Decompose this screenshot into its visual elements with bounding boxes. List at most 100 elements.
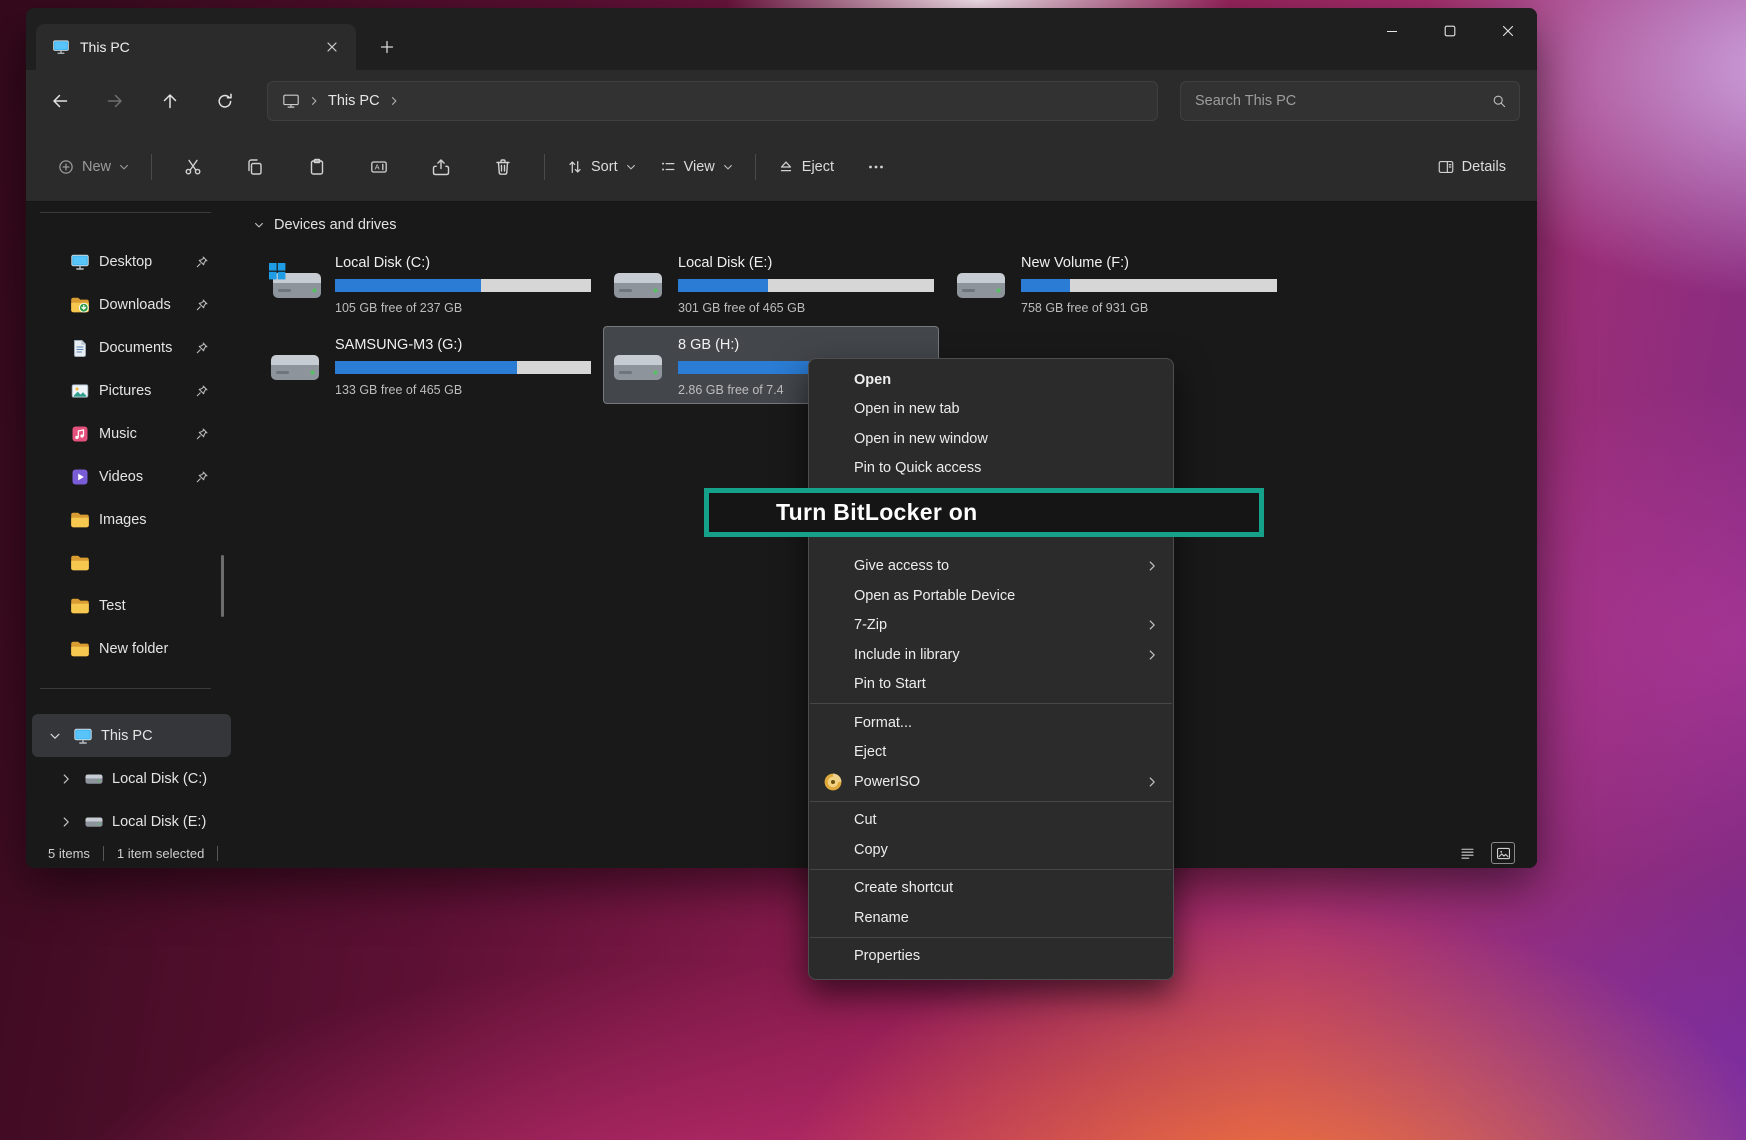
search-icon[interactable] — [1491, 93, 1507, 109]
new-button[interactable]: New — [46, 146, 141, 188]
tab-close-icon[interactable] — [320, 35, 344, 59]
menu-item-format[interactable]: Format... — [809, 708, 1173, 738]
menu-item-label: Copy — [854, 842, 888, 858]
poweriso-icon — [823, 772, 843, 792]
drive-tile-new-volume-f[interactable]: New Volume (F:) 758 GB free of 931 GB — [946, 244, 1282, 322]
menu-item-label: Eject — [854, 744, 886, 760]
paste-button[interactable] — [297, 147, 337, 187]
minimize-button[interactable] — [1363, 8, 1421, 54]
tab-this-pc[interactable]: This PC — [36, 24, 356, 70]
menu-item-create-shortcut[interactable]: Create shortcut — [809, 874, 1173, 904]
details-pane-icon — [1437, 158, 1455, 176]
menu-item-open-in-new-window[interactable]: Open in new window — [809, 424, 1173, 454]
sidebar-item-desktop[interactable]: Desktop — [26, 240, 237, 283]
menu-item-label: Include in library — [854, 647, 960, 663]
copy-button[interactable] — [235, 147, 275, 187]
sidebar-scrollbar[interactable] — [221, 555, 224, 617]
sidebar-item-new-folder[interactable]: New folder — [26, 627, 237, 670]
chevron-down-icon[interactable] — [48, 729, 62, 743]
close-button[interactable] — [1479, 8, 1537, 54]
new-tab-button[interactable] — [370, 30, 404, 64]
menu-item-pin-to-start[interactable]: Pin to Start — [809, 670, 1173, 700]
drive-small-icon — [84, 812, 104, 832]
chevron-down-icon — [253, 219, 265, 231]
quick-access-list: Desktop Downloads Documents Pictures Mus… — [26, 240, 237, 670]
drive-tile-local-disk-c[interactable]: Local Disk (C:) 105 GB free of 237 GB — [260, 244, 596, 322]
sidebar-item-test[interactable]: Test — [26, 584, 237, 627]
cut-button[interactable] — [173, 147, 213, 187]
sidebar-item-music[interactable]: Music — [26, 412, 237, 455]
breadcrumb-this-pc[interactable]: This PC — [328, 93, 380, 109]
more-options-button[interactable] — [856, 147, 896, 187]
menu-item-label: PowerISO — [854, 774, 920, 790]
folder-icon — [70, 639, 90, 659]
menu-item-7-zip[interactable]: 7-Zip — [809, 611, 1173, 641]
details-button[interactable]: Details — [1426, 146, 1517, 188]
menu-item-label: Cut — [854, 812, 877, 828]
submenu-chevron-icon — [1145, 618, 1159, 632]
drive-name: New Volume (F:) — [1021, 255, 1277, 272]
menu-item-copy[interactable]: Copy — [809, 835, 1173, 865]
menu-item-icon — [823, 908, 843, 928]
menu-item-pin-to-quick-access[interactable]: Pin to Quick access — [809, 454, 1173, 484]
menu-item-label: Format... — [854, 715, 912, 731]
delete-button[interactable] — [483, 147, 523, 187]
menu-item-poweriso[interactable]: PowerISO — [809, 767, 1173, 797]
selected-count: 1 item selected — [117, 846, 204, 861]
sidebar-item-documents[interactable]: Documents — [26, 326, 237, 369]
breadcrumb[interactable]: This PC — [267, 81, 1158, 121]
menu-item-icon — [823, 399, 843, 419]
menu-item-icon — [823, 370, 843, 390]
chevron-right-icon[interactable] — [59, 815, 73, 829]
back-button[interactable] — [40, 81, 80, 121]
up-button[interactable] — [150, 81, 190, 121]
sidebar-item-videos[interactable]: Videos — [26, 455, 237, 498]
menu-item-open[interactable]: Open — [809, 365, 1173, 395]
sidebar-item-pictures[interactable]: Pictures — [26, 369, 237, 412]
maximize-button[interactable] — [1421, 8, 1479, 54]
menu-item-cut[interactable]: Cut — [809, 806, 1173, 836]
refresh-button[interactable] — [205, 81, 245, 121]
menu-item-give-access-to[interactable]: Give access to — [809, 552, 1173, 582]
music-icon — [70, 424, 90, 444]
eject-button[interactable]: Eject — [766, 146, 845, 188]
menu-item-icon — [823, 429, 843, 449]
rename-button[interactable]: A — [359, 147, 399, 187]
sidebar-item-folder[interactable] — [26, 541, 237, 584]
submenu-chevron-icon — [1145, 559, 1159, 573]
drive-capacity-fill — [1021, 279, 1070, 292]
sort-button[interactable]: Sort — [555, 146, 648, 188]
menu-item-include-in-library[interactable]: Include in library — [809, 640, 1173, 670]
drive-tile-local-disk-e[interactable]: Local Disk (E:) 301 GB free of 465 GB — [603, 244, 939, 322]
view-icon — [659, 158, 677, 176]
chevron-right-icon[interactable] — [59, 772, 73, 786]
toolbar-divider — [151, 154, 152, 180]
status-divider — [217, 846, 218, 861]
drive-tile-samsung-m3-g[interactable]: SAMSUNG-M3 (G:) 133 GB free of 465 GB — [260, 326, 596, 404]
menu-item-eject[interactable]: Eject — [809, 738, 1173, 768]
drive-icon — [612, 345, 664, 385]
view-button[interactable]: View — [648, 146, 745, 188]
turn-bitlocker-on-label[interactable]: Turn BitLocker on — [776, 499, 977, 526]
devices-and-drives-header[interactable]: Devices and drives — [248, 214, 1537, 236]
thumbnail-view-toggle[interactable] — [1491, 842, 1515, 864]
menu-item-open-as-portable-device[interactable]: Open as Portable Device — [809, 581, 1173, 611]
menu-item-label: 7-Zip — [854, 617, 887, 633]
share-button[interactable] — [421, 147, 461, 187]
menu-item-properties[interactable]: Properties — [809, 942, 1173, 972]
sidebar-item-downloads[interactable]: Downloads — [26, 283, 237, 326]
tree-item-this-pc[interactable]: This PC — [32, 714, 231, 757]
sidebar-item-images[interactable]: Images — [26, 498, 237, 541]
documents-icon — [70, 338, 90, 358]
details-view-toggle[interactable] — [1455, 842, 1479, 864]
menu-item-rename[interactable]: Rename — [809, 903, 1173, 933]
tree-item-local-disk-c[interactable]: Local Disk (C:) — [32, 757, 231, 800]
bitlocker-highlight-annotation[interactable]: Turn BitLocker on — [704, 488, 1264, 537]
search-input[interactable] — [1195, 93, 1491, 109]
sort-icon — [566, 158, 584, 176]
forward-button[interactable] — [95, 81, 135, 121]
menu-item-open-in-new-tab[interactable]: Open in new tab — [809, 395, 1173, 425]
tree-item-local-disk-e[interactable]: Local Disk (E:) — [32, 800, 231, 843]
sidebar-item-label: Desktop — [99, 254, 195, 270]
window-controls — [1363, 8, 1537, 54]
